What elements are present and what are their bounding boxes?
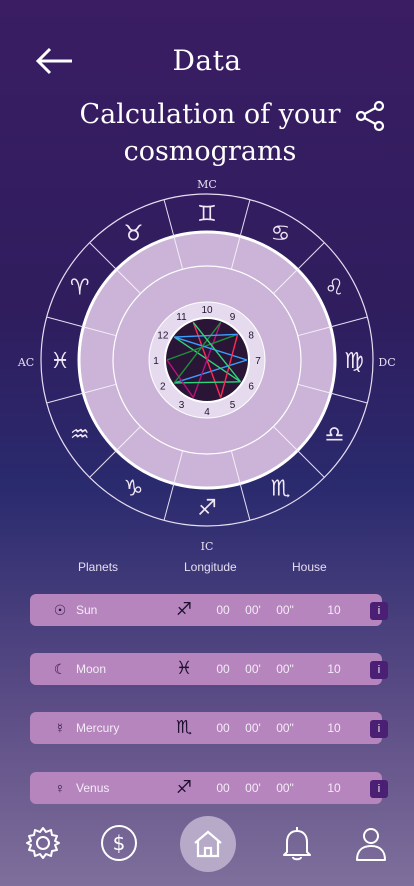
longitude-degrees: 00	[216, 721, 230, 735]
house-number: 12	[157, 331, 169, 342]
zodiac-sign-icon: ♒	[70, 423, 90, 448]
house-number: 9	[230, 312, 236, 323]
info-button[interactable]: i	[370, 661, 388, 679]
share-icon[interactable]	[352, 98, 388, 134]
zodiac-sign-icon: ♐	[197, 496, 217, 521]
planet-row-sun[interactable]: ☉ Sun ♐ 00 00' 00" 10 i	[30, 594, 388, 626]
planets-table-header: Planets Longitude House	[0, 560, 414, 580]
sun-icon: ☉	[53, 602, 67, 618]
house-number: 10	[327, 662, 341, 676]
house-number: 10	[327, 721, 341, 735]
profile-icon[interactable]	[350, 822, 392, 864]
longitude-seconds: 00"	[276, 603, 294, 617]
ac-label: AC	[17, 356, 34, 369]
zodiac-divider	[46, 392, 84, 404]
house-number: 10	[327, 603, 341, 617]
cosmogram-wheel: MC IC AC DC ♉ ♊ ♋ ♌ ♍ ♎ ♏ ♐ ♑ ♒ ♓ ♈ 10 9 8 7 6 5 4 3 2 1 12 11	[17, 178, 396, 553]
longitude-degrees: 00	[216, 603, 230, 617]
house-number: 8	[248, 331, 254, 342]
house-number: 4	[204, 407, 210, 418]
col-longitude: Longitude	[184, 560, 237, 574]
zodiac-divider	[163, 199, 175, 237]
house-number: 1	[153, 356, 159, 367]
house-number: 5	[230, 400, 236, 411]
bell-icon[interactable]	[276, 822, 318, 864]
zodiac-sign-icon: ♑	[124, 476, 144, 501]
longitude-minutes: 00'	[245, 721, 261, 735]
svg-text:$: $	[113, 831, 126, 855]
dollar-icon[interactable]: $	[98, 822, 140, 864]
settings-icon[interactable]	[22, 822, 64, 864]
zodiac-sign-icon: ♉	[124, 222, 144, 247]
longitude-degrees: 00	[216, 781, 230, 795]
venus-icon: ♀	[54, 780, 66, 796]
zodiac-divider	[239, 199, 251, 237]
zodiac-sign-icon: ♏	[271, 476, 291, 501]
longitude-seconds: 00"	[276, 721, 294, 735]
sagittarius-icon: ♐	[176, 599, 193, 620]
mc-label: MC	[197, 178, 217, 191]
house-number: 3	[179, 400, 185, 411]
longitude-degrees: 00	[216, 662, 230, 676]
planet-name: Sun	[76, 603, 98, 617]
longitude-minutes: 00'	[245, 662, 261, 676]
planet-name: Venus	[76, 781, 110, 795]
header: Data Calculation of your cosmograms	[0, 0, 414, 167]
zodiac-divider	[89, 242, 117, 270]
scorpio-icon: ♏	[176, 717, 193, 738]
longitude-minutes: 00'	[245, 603, 261, 617]
house-number: 10	[201, 305, 213, 316]
zodiac-sign-icon: ♌	[324, 276, 344, 301]
zodiac-sign-icon: ♈	[70, 276, 90, 301]
planet-row-moon[interactable]: ☾ Moon ♓ 00 00' 00" 10 i	[30, 653, 388, 685]
zodiac-divider	[239, 483, 251, 521]
zodiac-sign-icon: ♋	[271, 222, 291, 247]
longitude-seconds: 00"	[276, 662, 294, 676]
planet-name: Mercury	[76, 721, 120, 735]
info-button[interactable]: i	[370, 602, 388, 620]
house-number: 10	[327, 781, 341, 795]
bottom-nav: $	[0, 812, 414, 886]
home-button[interactable]	[180, 816, 236, 872]
house-number: 2	[160, 382, 166, 393]
zodiac-sign-icon: ♎	[324, 423, 344, 448]
longitude-minutes: 00'	[245, 781, 261, 795]
ic-label: IC	[201, 540, 214, 553]
mercury-icon: ☿	[54, 720, 66, 736]
moon-icon: ☾	[53, 661, 67, 677]
home-icon	[194, 830, 222, 858]
zodiac-divider	[297, 450, 325, 478]
house-number: 6	[248, 382, 254, 393]
page-subtitle: Calculation of your cosmograms	[79, 99, 341, 167]
zodiac-divider	[89, 450, 117, 478]
col-house: House	[292, 560, 327, 574]
dc-label: DC	[378, 356, 395, 369]
house-number: 11	[176, 312, 187, 323]
zodiac-divider	[163, 483, 175, 521]
zodiac-sign-icon: ♊	[197, 202, 217, 227]
planet-row-venus[interactable]: ♀ Venus ♐ 00 00' 00" 10 i	[30, 772, 388, 804]
col-planets: Planets	[78, 560, 119, 574]
pisces-icon: ♓	[176, 658, 193, 679]
planet-name: Moon	[76, 662, 107, 676]
zodiac-divider	[46, 316, 84, 328]
zodiac-divider	[297, 242, 325, 270]
zodiac-sign-icon: ♍	[344, 349, 364, 374]
info-button[interactable]: i	[370, 720, 388, 738]
sagittarius-icon: ♐	[176, 777, 193, 798]
house-number: 7	[255, 356, 261, 367]
zodiac-sign-icon: ♓	[50, 349, 70, 374]
info-button[interactable]: i	[370, 780, 388, 798]
longitude-seconds: 00"	[276, 781, 294, 795]
zodiac-divider	[330, 316, 368, 328]
zodiac-divider	[330, 392, 368, 404]
planet-row-mercury[interactable]: ☿ Mercury ♏ 00 00' 00" 10 i	[30, 712, 388, 744]
page-title: Data	[172, 44, 242, 77]
